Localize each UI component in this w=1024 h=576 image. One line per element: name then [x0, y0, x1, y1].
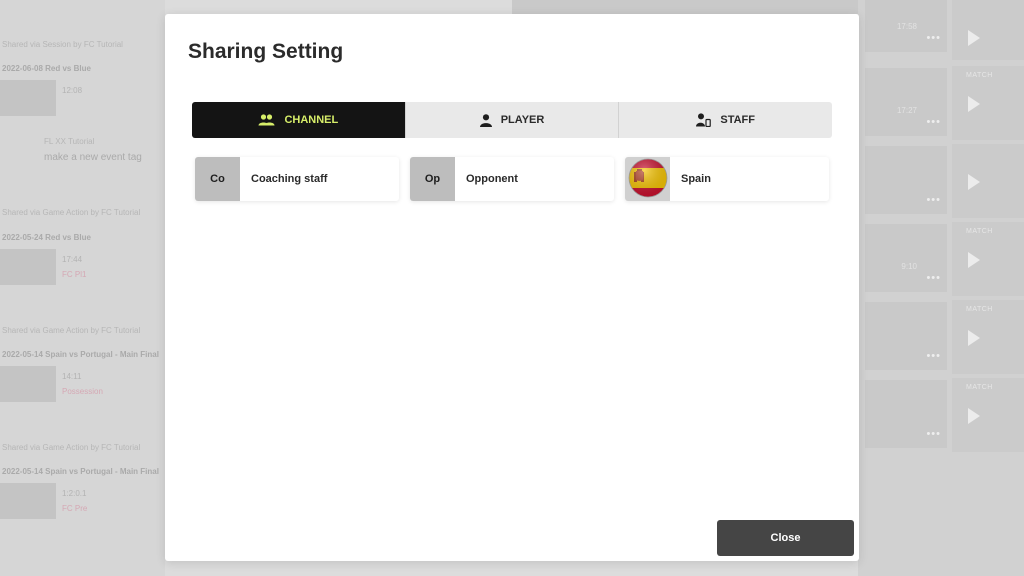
feed-row-label: Shared via Game Action by FC Tutorial — [2, 443, 141, 452]
background-top-strip — [512, 0, 858, 14]
video-card-time: 17:58 — [896, 22, 917, 31]
more-icon: ••• — [926, 116, 941, 128]
person-icon — [479, 113, 492, 127]
channel-name: Spain — [681, 173, 711, 185]
channel-item-coaching-staff[interactable]: Co Coaching staff — [195, 157, 399, 201]
group-icon — [258, 114, 275, 126]
video-card-time: 17:27 — [896, 106, 917, 115]
dialog-title: Sharing Setting — [188, 40, 344, 63]
play-icon — [968, 252, 980, 268]
channel-name: Opponent — [466, 173, 518, 185]
feed-row-title: 2022-05-24 Red vs Blue — [2, 233, 91, 242]
channel-name: Coaching staff — [251, 173, 328, 185]
more-icon: ••• — [926, 32, 941, 44]
more-icon: ••• — [926, 428, 941, 440]
feed-row-tag: Possession — [62, 387, 103, 396]
tab-channel-label: CHANNEL — [284, 114, 339, 126]
feed-row-time: 17:44 — [62, 255, 83, 264]
spain-flag-icon — [628, 158, 668, 201]
feed-thumbnail — [0, 483, 56, 519]
video-card: 9:10 ••• — [865, 224, 947, 292]
channel-item-spain[interactable]: Spain — [625, 157, 829, 201]
sharing-tabs: CHANNEL PLAYER STAFF — [192, 102, 832, 138]
tab-staff[interactable]: STAFF — [618, 102, 832, 138]
side-match-card — [952, 0, 1024, 60]
more-icon: ••• — [926, 350, 941, 362]
sharing-setting-dialog: Sharing Setting CHANNEL PLAYER STAFF Co … — [165, 14, 859, 561]
video-card: ••• — [865, 302, 947, 370]
more-icon: ••• — [926, 272, 941, 284]
channel-avatar — [625, 157, 670, 201]
staff-icon — [696, 113, 712, 127]
feed-thumbnail — [0, 80, 56, 116]
feed-row-title: 2022-05-14 Spain vs Portugal - Main Fina… — [2, 350, 159, 359]
play-icon — [968, 408, 980, 424]
side-match-label: MATCH — [966, 384, 993, 391]
video-card: ••• — [865, 146, 947, 214]
feed-row-label: Shared via Game Action by FC Tutorial — [2, 326, 141, 335]
channel-item-opponent[interactable]: Op Opponent — [410, 157, 614, 201]
side-match-label: MATCH — [966, 306, 993, 313]
video-card-time: 9:10 — [901, 262, 917, 271]
feed-comment-author: FL XX Tutorial — [44, 137, 95, 146]
channel-avatar: Co — [195, 157, 240, 201]
play-icon — [968, 330, 980, 346]
feed-row-label: Shared via Game Action by FC Tutorial — [2, 208, 141, 217]
feed-row-time: 14:11 — [62, 372, 82, 381]
feed-row-time: 1:2:0.1 — [62, 489, 87, 498]
feed-row-tag: FC Pre — [62, 504, 88, 513]
background-feed: Shared via Session by FC Tutorial 2022-0… — [0, 0, 165, 576]
tab-channel[interactable]: CHANNEL — [192, 102, 405, 138]
feed-thumbnail — [0, 366, 56, 402]
play-icon — [968, 30, 980, 46]
play-icon — [968, 174, 980, 190]
side-match-card: MATCH — [952, 378, 1024, 452]
feed-row-time: 12:08 — [62, 86, 83, 95]
side-match-card: MATCH — [952, 66, 1024, 140]
video-card: 17:27 ••• — [865, 68, 947, 136]
side-match-card: MATCH — [952, 300, 1024, 374]
play-icon — [968, 96, 980, 112]
feed-row-title: 2022-05-14 Spain vs Portugal - Main Fina… — [2, 467, 159, 476]
video-card: ••• — [865, 380, 947, 448]
feed-row-tag: FC Pl1 — [62, 270, 87, 279]
side-match-label: MATCH — [966, 72, 993, 79]
tab-player[interactable]: PLAYER — [404, 102, 619, 138]
side-match-card: MATCH — [952, 222, 1024, 296]
side-match-card — [952, 144, 1024, 218]
feed-thumbnail — [0, 249, 56, 285]
more-icon: ••• — [926, 194, 941, 206]
feed-row-title: 2022-06-08 Red vs Blue — [2, 64, 91, 73]
video-card: 17:58 ••• — [865, 0, 947, 52]
feed-comment-text: make a new event tag — [44, 152, 142, 163]
tab-staff-label: STAFF — [720, 114, 755, 126]
feed-row-label: Shared via Session by FC Tutorial — [2, 40, 123, 49]
channel-avatar: Op — [410, 157, 455, 201]
close-button[interactable]: Close — [717, 520, 854, 556]
tab-player-label: PLAYER — [500, 114, 545, 126]
side-match-label: MATCH — [966, 228, 993, 235]
